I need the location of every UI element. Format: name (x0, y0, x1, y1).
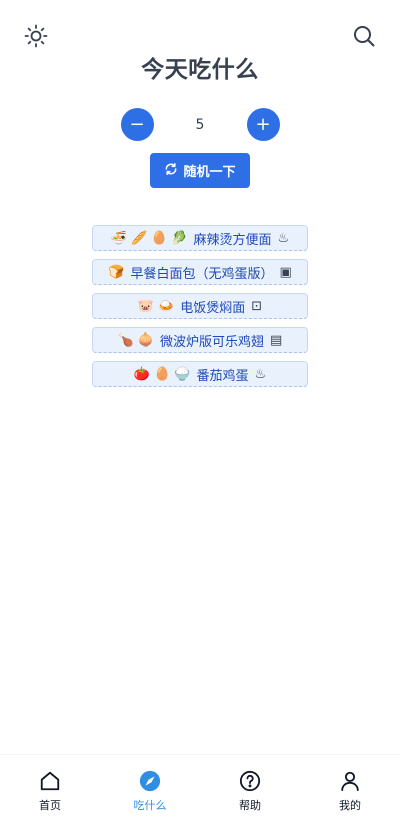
recipe-list: 🍜 🥖 🥚 🥬 麻辣烫方便面 ♨ 🍞 早餐白面包（无鸡蛋版） ▣ 🐷 🍛 电饭煲焖面 ⊡ 🍗 🧅 微波炉版可乐… (92, 225, 308, 387)
nav-label-profile: 我的 (339, 799, 361, 812)
random-button-label: 随机一下 (183, 165, 236, 180)
home-icon (38, 769, 62, 793)
sun-icon[interactable] (24, 24, 48, 48)
recipe-item[interactable]: 🍗 🧅 微波炉版可乐鸡翅 ▤ (92, 327, 308, 353)
ingredient-icon: 🍗 (117, 332, 134, 348)
recipe-item[interactable]: 🐷 🍛 电饭煲焖面 ⊡ (92, 293, 308, 319)
page: 今天吃什么 − 5 + 随机一下 🍜 🥖 🥚 🥬 麻辣烫方便面 ♨ 🍞 早餐白面包（无鸡蛋版）… (0, 0, 400, 832)
search-icon[interactable] (352, 24, 376, 48)
user-icon (338, 769, 362, 793)
help-icon (238, 769, 262, 793)
nav-item-help[interactable]: 帮助 (200, 769, 300, 813)
cookware-icon: ▣ (279, 264, 292, 280)
cookware-icon: ⊡ (251, 298, 263, 314)
nav-item-eat[interactable]: 吃什么 (100, 769, 200, 813)
increase-button[interactable]: + (246, 108, 280, 141)
recipe-name: 微波炉版可乐鸡翅 (160, 334, 265, 350)
ingredient-icon: 🥬 (171, 230, 188, 246)
cookware-icon: ♨ (277, 230, 290, 246)
page-title: 今天吃什么 (141, 57, 259, 83)
decrease-button[interactable]: − (120, 108, 154, 141)
ingredient-icon: 🥚 (151, 230, 168, 246)
recipe-item[interactable]: 🍜 🥖 🥚 🥬 麻辣烫方便面 ♨ (92, 225, 308, 251)
nav-item-home[interactable]: 首页 (0, 769, 100, 813)
refresh-icon (164, 162, 178, 180)
recipe-name: 电饭煲焖面 (180, 300, 246, 316)
count-stepper: − 5 + (0, 108, 400, 141)
ingredient-icon: 🐷 (137, 298, 155, 314)
nav-item-profile[interactable]: 我的 (300, 769, 400, 813)
ingredient-icon: 🥖 (130, 230, 148, 246)
nav-label-help: 帮助 (239, 799, 261, 812)
ingredient-icon: 🍞 (108, 264, 125, 280)
recipe-name: 番茄鸡蛋 (196, 368, 249, 384)
ingredient-icon: 🍚 (174, 366, 191, 382)
cookware-icon: ▤ (270, 332, 283, 348)
cookware-icon: ♨ (254, 366, 267, 382)
recipe-name: 早餐白面包（无鸡蛋版） (130, 266, 274, 282)
ingredient-icon: 🧅 (137, 332, 155, 348)
compass-icon (138, 769, 162, 793)
ingredient-icon: 🍛 (158, 298, 175, 314)
recipe-item[interactable]: 🍞 早餐白面包（无鸡蛋版） ▣ (92, 259, 308, 285)
ingredient-icon: 🍜 (110, 230, 127, 246)
nav-label-eat: 吃什么 (133, 799, 167, 812)
bottom-nav: 首页 吃什么 帮助 我的 (0, 754, 400, 832)
ingredient-icon: 🥚 (154, 366, 171, 382)
recipe-name: 麻辣烫方便面 (193, 232, 272, 248)
random-button[interactable]: 随机一下 (150, 153, 250, 188)
count-value: 5 (195, 116, 205, 133)
nav-label-home: 首页 (39, 799, 61, 812)
recipe-item[interactable]: 🍅 🥚 🍚 番茄鸡蛋 ♨ (92, 361, 308, 387)
ingredient-icon: 🍅 (133, 366, 151, 382)
